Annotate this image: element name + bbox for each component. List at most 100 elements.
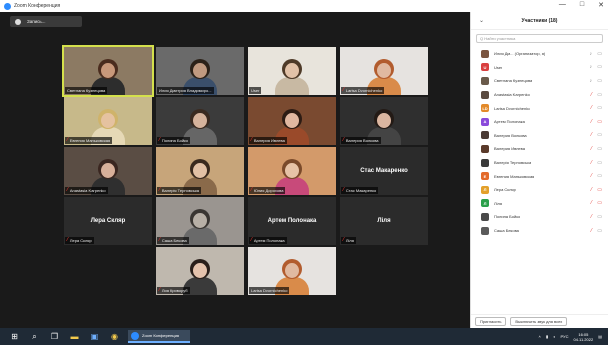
video-icon[interactable]: ▭ xyxy=(597,105,602,111)
participant-row[interactable]: Валерия Волкова ⁄ ▭ xyxy=(471,129,608,143)
mic-muted-icon[interactable]: ⁄ xyxy=(591,132,592,138)
windows-start-icon[interactable]: ⊞ xyxy=(9,331,20,342)
video-tile[interactable]: User xyxy=(248,47,336,95)
participant-row[interactable]: A Артем Полонака ⁄ ▭ xyxy=(471,115,608,129)
video-tile[interactable]: Артем Полонака ⁄ Артем Полонака xyxy=(248,197,336,245)
video-tile[interactable]: ⁄ Anastasia Karpenko xyxy=(64,147,152,195)
avatar: Л xyxy=(481,199,489,208)
mic-muted-icon[interactable]: ⁄ xyxy=(591,105,592,111)
video-tile[interactable]: Larisa Dvornichenko xyxy=(248,247,336,295)
mic-icon[interactable]: ♪ xyxy=(590,64,593,70)
chrome-icon[interactable]: ◉ xyxy=(109,331,120,342)
tile-name-text: Илия Дмитрия Владимиро... xyxy=(159,88,212,93)
panel-footer: Пригласить Выключить звук для всех xyxy=(471,314,608,328)
participant-row[interactable]: Anastasia Karpenko ⁄ ▭ xyxy=(471,88,608,102)
video-icon[interactable]: ▭ xyxy=(597,51,602,57)
video-tile[interactable]: Стас Макаренко ⁄ Стас Макаренко xyxy=(340,147,428,195)
close-button[interactable]: ✕ xyxy=(598,1,604,9)
video-icon[interactable]: ▭ xyxy=(597,160,602,166)
video-off-icon[interactable]: ▭ xyxy=(597,200,602,206)
task-view-icon[interactable]: ❐ xyxy=(49,331,60,342)
participant-row[interactable]: Л Ліля ⁄ ▭ xyxy=(471,197,608,211)
participant-row[interactable]: Илия Дм... (Организатор, я) ♪ ▭ xyxy=(471,47,608,61)
clock[interactable]: 16:05 04.11.2022 xyxy=(573,332,593,342)
video-tile[interactable]: ⁄ Евгения Маньковская xyxy=(64,97,152,145)
video-tile[interactable]: Илия Дмитрия Владимиро... xyxy=(156,47,244,95)
avatar xyxy=(481,226,489,235)
mic-icon[interactable]: ♪ xyxy=(590,51,593,57)
mic-muted-icon: ⁄ xyxy=(159,187,160,193)
participant-row[interactable]: Валерія Терновська ⁄ ▭ xyxy=(471,156,608,170)
notification-icon[interactable]: ▤ xyxy=(598,334,602,339)
video-icon[interactable]: ▭ xyxy=(597,228,602,234)
video-tile[interactable]: ⁄ Валерия Ивлева xyxy=(248,97,336,145)
avatar xyxy=(481,212,489,221)
recording-indicator[interactable]: Запись... xyxy=(10,16,82,27)
video-tile[interactable]: ⁄ Валерия Волкова xyxy=(340,97,428,145)
participant-row[interactable]: Л Лера Скляр ⁄ ▭ xyxy=(471,183,608,197)
tile-name-text: Евгения Маньковская xyxy=(69,138,111,143)
tile-name-label: ⁄ Лера Скляр xyxy=(65,237,94,244)
mic-muted-icon[interactable]: ⁄ xyxy=(591,214,592,220)
mic-muted-icon[interactable]: ⁄ xyxy=(591,160,592,166)
video-icon[interactable]: ▭ xyxy=(597,92,602,98)
file-explorer-icon[interactable]: ▬ xyxy=(69,331,80,342)
tile-name-text: Полина Бойко xyxy=(161,138,189,143)
video-icon[interactable]: ▭ xyxy=(597,78,602,84)
tile-name-text: User xyxy=(251,88,260,93)
mic-muted-icon[interactable]: ⁄ xyxy=(591,187,592,193)
tile-name-label: ⁄ Артем Полонака xyxy=(249,237,287,244)
maximize-button[interactable]: □ xyxy=(580,1,584,9)
participant-row[interactable]: Полина Бойко ⁄ ▭ xyxy=(471,210,608,224)
language-indicator[interactable]: РУС xyxy=(560,334,568,339)
participant-row[interactable]: Валерия Ивлева ⁄ ▭ xyxy=(471,142,608,156)
video-tile[interactable]: ⁄ Лия Криворуб xyxy=(156,247,244,295)
video-icon[interactable]: ▭ xyxy=(597,173,602,179)
chevron-down-icon[interactable]: ⌄ xyxy=(479,17,484,24)
mic-muted-icon[interactable]: ⁄ xyxy=(591,173,592,179)
store-icon[interactable]: ▣ xyxy=(89,331,100,342)
participant-row[interactable]: Саша Бекова ⁄ ▭ xyxy=(471,224,608,238)
invite-button[interactable]: Пригласить xyxy=(475,317,507,326)
participant-row[interactable]: Светлана Кузнецова ♪ ▭ xyxy=(471,74,608,88)
tile-name-label: ⁄ Лия Криворуб xyxy=(157,287,190,294)
minimize-button[interactable]: — xyxy=(559,1,566,9)
mic-muted-icon: ⁄ xyxy=(251,237,252,243)
video-tile[interactable]: Ліля ⁄ Ліля xyxy=(340,197,428,245)
mic-icon[interactable]: ♪ xyxy=(590,78,593,84)
zoom-taskbar-item[interactable]: Zoom Конференция xyxy=(128,330,190,343)
tile-name-label: ⁄ Саша Бекова xyxy=(157,237,189,244)
mute-all-button[interactable]: Выключить звук для всех xyxy=(510,317,568,326)
mic-muted-icon: ⁄ xyxy=(159,237,160,243)
mic-muted-icon[interactable]: ⁄ xyxy=(591,228,592,234)
panel-title: Участники (18) xyxy=(521,17,558,24)
chevron-up-icon[interactable]: ˄ xyxy=(539,334,541,339)
video-tile[interactable]: Лера Скляр ⁄ Лера Скляр xyxy=(64,197,152,245)
video-off-icon[interactable]: ▭ xyxy=(597,187,602,193)
mic-muted-icon[interactable]: ⁄ xyxy=(591,119,592,125)
tile-name-label: Larisa Dvornichenko xyxy=(249,287,290,294)
video-icon[interactable]: ▭ xyxy=(597,214,602,220)
video-tile[interactable]: ⁄ Саша Бекова xyxy=(156,197,244,245)
tile-name-label: ⁄ Валерія Терновська xyxy=(157,187,202,194)
search-icon[interactable]: ⌕ xyxy=(29,331,40,342)
panel-header: ⌄ Участники (18) xyxy=(471,12,608,30)
volume-icon[interactable]: ◖ xyxy=(553,334,555,339)
mic-muted-icon[interactable]: ⁄ xyxy=(591,200,592,206)
video-icon[interactable]: ▭ xyxy=(597,64,602,70)
video-tile[interactable]: ⁄ Larisa Dvornichenko xyxy=(340,47,428,95)
network-icon[interactable]: ▮ xyxy=(546,334,548,339)
video-off-icon[interactable]: ▭ xyxy=(597,119,602,125)
video-tile[interactable]: ⁄ Юлия Дороховa xyxy=(248,147,336,195)
video-tile[interactable]: ⁄ Валерія Терновська xyxy=(156,147,244,195)
participant-row[interactable]: E Евгения Маньковская ⁄ ▭ xyxy=(471,169,608,183)
video-tile[interactable]: ⁄ Полина Бойко xyxy=(156,97,244,145)
search-input[interactable]: Q Найти участника xyxy=(476,34,603,43)
video-tile[interactable]: Светлана Кузнецова xyxy=(62,45,154,97)
video-icon[interactable]: ▭ xyxy=(597,146,602,152)
mic-muted-icon[interactable]: ⁄ xyxy=(591,146,592,152)
participant-row[interactable]: LD Larisa Dvornichenko ⁄ ▭ xyxy=(471,101,608,115)
mic-muted-icon[interactable]: ⁄ xyxy=(591,92,592,98)
participant-row[interactable]: U User ♪ ▭ xyxy=(471,61,608,75)
video-icon[interactable]: ▭ xyxy=(597,132,602,138)
